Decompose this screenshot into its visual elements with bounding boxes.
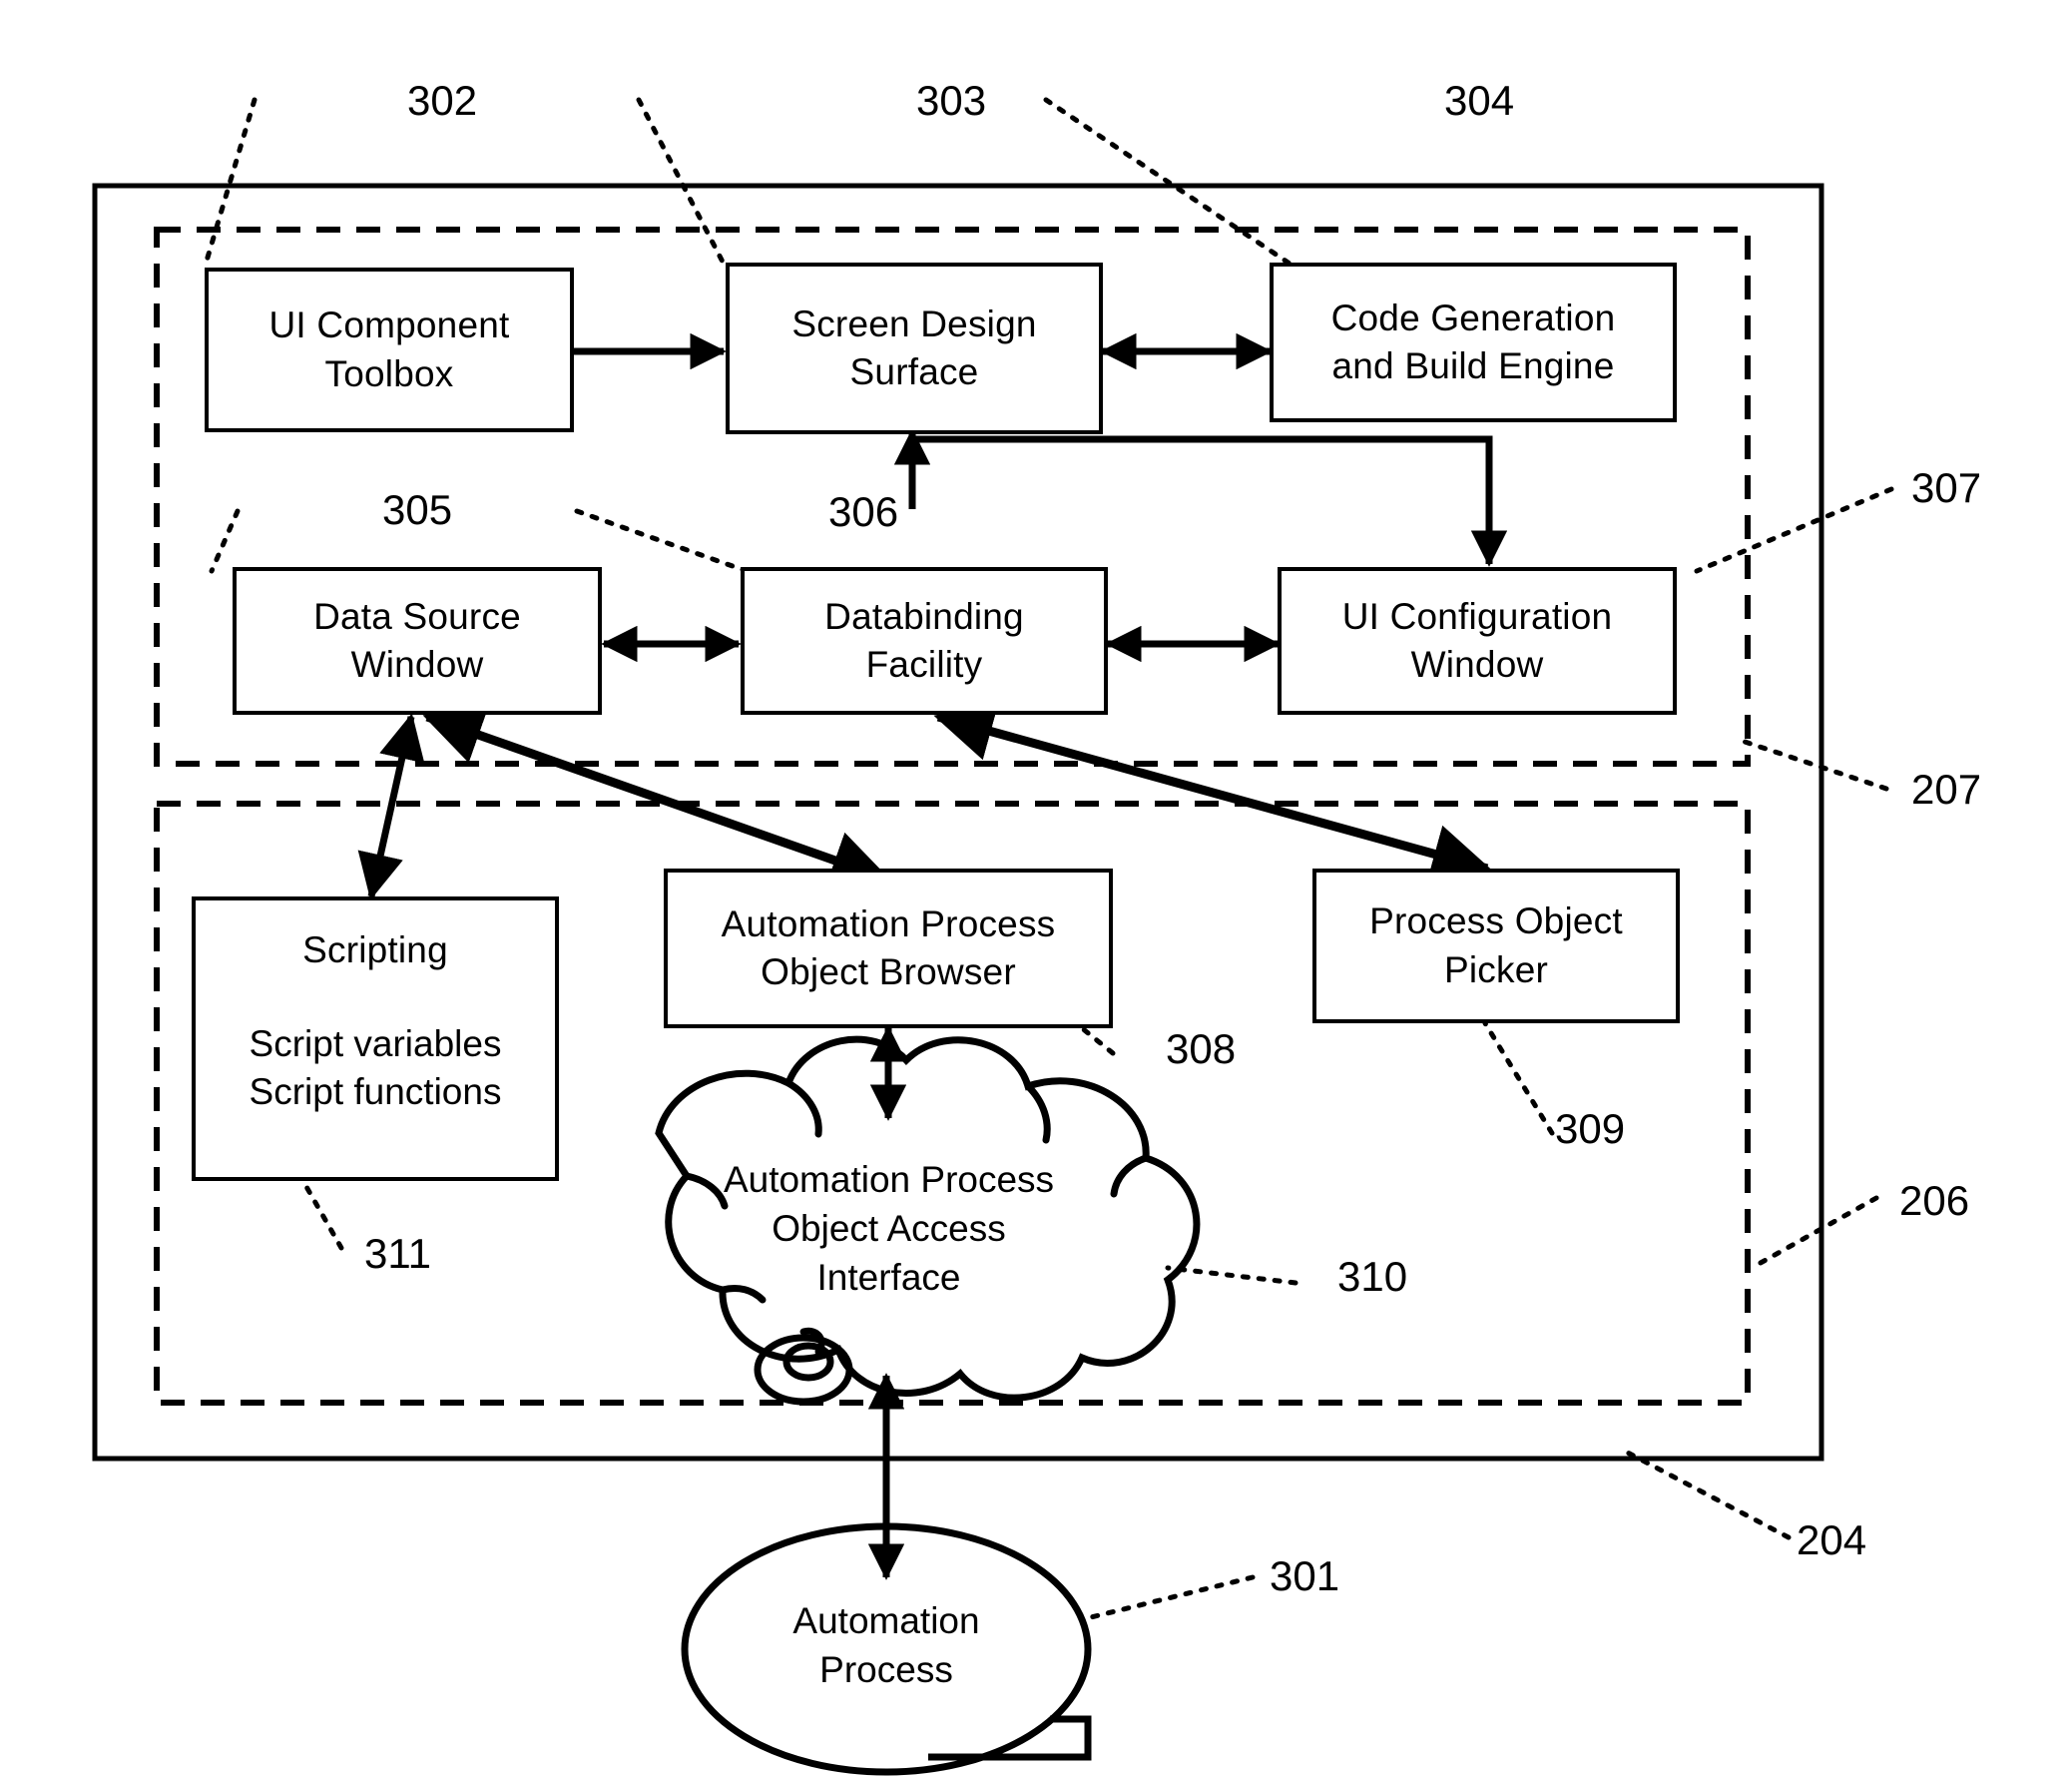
ellipse-label-line1: Automation [792,1600,980,1641]
ref-label-302: 302 [407,77,478,124]
box-ui-configuration-window-line2: Window [1410,644,1544,685]
box-data-source-window-line1: Data Source [313,595,521,637]
box-scripting-line3: Script functions [249,1071,502,1113]
ref-label-207: 207 [1911,766,1982,813]
cloud-scallop-2 [1024,1082,1051,1144]
box-databinding-facility[interactable]: Databinding Facility [741,567,1108,715]
box-code-generation-and-build-engine[interactable]: Code Generation and Build Engine [1270,263,1677,422]
cloud-label-line1: Automation Process [723,1159,1055,1200]
ref-label-305: 305 [382,486,453,533]
ref-label-309: 309 [1555,1105,1626,1152]
arrow-objectbrowser-to-datasource [422,707,891,888]
leader-305 [209,508,241,574]
box-scripting-line2: Script variables [249,1023,502,1064]
leader-310 [1165,1265,1298,1286]
cloud-label-automation-process-object-access-interface: Automation Process Object Access Interfa… [637,1156,1141,1302]
box-data-source-window-line2: Window [350,644,484,685]
ref-label-306: 306 [828,488,899,535]
box-process-object-picker-line1: Process Object [1369,900,1623,942]
box-process-object-picker-line2: Picker [1444,948,1548,990]
leader-307 [1694,486,1894,574]
box-scripting-detail: Script variables Script functions [192,1020,559,1116]
ref-label-307: 307 [1911,464,1982,511]
box-databinding-facility-line1: Databinding [824,595,1024,637]
automation-process-tail [928,1715,1092,1761]
box-ui-component-toolbox-line2: Toolbox [324,352,454,394]
ellipse-label-line2: Process [819,1648,953,1690]
cloud-scallop-1 [784,1079,822,1138]
box-scripting-title: Scripting [302,929,448,970]
leader-206 [1749,1195,1879,1271]
arrow-processpicker-to-databinding [933,702,1492,884]
ref-label-311: 311 [364,1230,431,1277]
box-code-generation-line1: Code Generation [1330,296,1616,338]
box-ui-component-toolbox-line1: UI Component [268,304,510,346]
box-object-browser-line2: Object Browser [761,951,1016,992]
ref-label-310: 310 [1337,1253,1408,1300]
box-data-source-window[interactable]: Data Source Window [233,567,602,715]
figure-canvas: UI Component Toolbox Screen Design Surfa… [0,0,2072,1777]
ref-label-303: 303 [916,77,987,124]
ellipse-label-automation-process: Automation Process [687,1597,1086,1695]
ref-label-206: 206 [1899,1177,1970,1224]
box-databinding-facility-line2: Facility [865,644,983,685]
cloud-label-line3: Interface [816,1256,961,1298]
box-screen-design-surface[interactable]: Screen Design Surface [726,263,1103,434]
box-ui-component-toolbox[interactable]: UI Component Toolbox [205,268,574,432]
box-screen-design-surface-line1: Screen Design [791,302,1037,344]
box-automation-process-object-browser[interactable]: Automation Process Object Browser [664,869,1113,1028]
ref-label-304: 304 [1444,77,1515,124]
cloud-label-line2: Object Access [772,1207,1006,1249]
ref-label-308: 308 [1166,1025,1237,1072]
ref-label-301: 301 [1270,1552,1340,1599]
leader-311 [298,1175,344,1251]
arrow-uiconfig-feedback-to-surface [908,435,1493,559]
box-process-object-picker[interactable]: Process Object Picker [1312,869,1680,1023]
box-ui-configuration-window[interactable]: UI Configuration Window [1278,567,1677,715]
box-object-browser-line1: Automation Process [721,902,1056,944]
ref-label-204: 204 [1797,1516,1867,1563]
leader-306 [574,508,750,574]
box-ui-configuration-window-line1: UI Configuration [1341,595,1613,637]
leader-204 [1619,1447,1792,1540]
leader-309 [1482,1020,1555,1136]
leader-301 [1080,1574,1256,1622]
box-screen-design-surface-line2: Surface [849,351,979,392]
box-code-generation-line2: and Build Engine [1331,345,1615,386]
leader-207 [1739,738,1889,792]
